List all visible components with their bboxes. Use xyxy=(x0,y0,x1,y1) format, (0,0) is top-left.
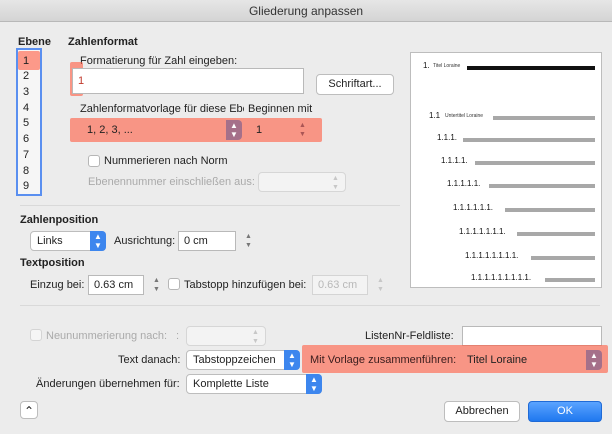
text-position-header: Textposition xyxy=(20,257,85,269)
aligned-at-label: Ausrichtung: xyxy=(114,235,176,247)
preview-row-9: 1.1.1.1.1.1.1.1.1. xyxy=(411,273,603,287)
level-item-8[interactable]: 8 xyxy=(23,165,43,177)
start-at-label: Beginnen mit xyxy=(248,103,313,115)
follow-number-value: Tabstoppzeichen xyxy=(193,354,276,366)
legal-numbering-checkbox[interactable] xyxy=(88,155,100,167)
number-style-label: Zahlenformatvorlage für diese Ebene: xyxy=(80,103,244,115)
add-tab-checkbox[interactable] xyxy=(168,278,180,290)
preview-row-6: 1.1.1.1.1.1. xyxy=(411,203,603,217)
restart-label: Neunummerierung nach: xyxy=(46,330,168,342)
alignment-popup[interactable]: Links ▲ ▼ xyxy=(30,231,106,251)
restart-checkbox[interactable] xyxy=(30,329,42,341)
listnum-input[interactable] xyxy=(462,326,602,346)
aligned-at-stepper-icon[interactable]: ▲ ▼ xyxy=(243,231,254,251)
start-at-stepper-icon[interactable]: ▲ ▼ xyxy=(297,120,308,140)
number-format-header: Zahlenformat xyxy=(68,36,138,48)
apply-to-value: Komplette Liste xyxy=(193,378,269,390)
apply-to-label: Änderungen übernehmen für: xyxy=(36,378,180,390)
link-style-popup[interactable]: Titel Loraine ▲ ▼ xyxy=(460,350,602,370)
preview-row-3: 1.1.1. xyxy=(411,133,603,147)
preview-row-5: 1.1.1.1.1. xyxy=(411,179,603,193)
divider xyxy=(20,305,600,306)
add-tab-input[interactable]: 0.63 cm xyxy=(312,275,368,295)
chevron-updown-icon: ▲ ▼ xyxy=(226,120,242,140)
preview-row-7: 1.1.1.1.1.1.1. xyxy=(411,227,603,241)
follow-number-popup[interactable]: Tabstoppzeichen ▲ ▼ xyxy=(186,350,300,370)
preview-row-1: 1. Titel Loraine xyxy=(411,61,603,75)
include-level-popup[interactable]: ▲ ▼ xyxy=(258,172,346,192)
collapse-button[interactable]: ⌃ xyxy=(20,401,38,419)
enter-format-input[interactable]: 1 xyxy=(72,68,304,94)
level-item-1[interactable]: 1 xyxy=(23,55,43,67)
level-item-5[interactable]: 5 xyxy=(23,117,43,129)
start-at-input[interactable]: 1 xyxy=(250,120,288,140)
level-item-9[interactable]: 9 xyxy=(23,180,43,192)
level-item-2[interactable]: 2 xyxy=(23,70,43,82)
chevron-updown-icon: ▲ ▼ xyxy=(332,175,339,191)
link-style-value: Titel Loraine xyxy=(467,354,528,366)
include-level-label: Ebenennummer einschließen aus: xyxy=(88,176,255,188)
listnum-label: ListenNr-Feldliste: xyxy=(365,330,454,342)
preview-row-2: 1.1 Untertitel Loraine xyxy=(411,111,603,125)
indent-input[interactable]: 0.63 cm xyxy=(88,275,144,295)
chevron-updown-icon: ▲ ▼ xyxy=(306,374,322,394)
link-style-label: Mit Vorlage zusammenführen: xyxy=(310,354,457,366)
indent-label: Einzug bei: xyxy=(30,279,85,291)
add-tab-stepper-icon[interactable]: ▲ ▼ xyxy=(375,275,386,295)
number-position-header: Zahlenposition xyxy=(20,214,99,226)
chevron-updown-icon: ▲ ▼ xyxy=(90,231,106,251)
levels-header: Ebene xyxy=(18,36,52,48)
chevron-updown-icon: ▲ ▼ xyxy=(586,350,602,370)
level-item-6[interactable]: 6 xyxy=(23,133,43,145)
cancel-button[interactable]: Abbrechen xyxy=(444,401,520,422)
level-item-4[interactable]: 4 xyxy=(23,102,43,114)
ok-button[interactable]: OK xyxy=(528,401,602,422)
preview-row-4: 1.1.1.1. xyxy=(411,156,603,170)
apply-to-popup[interactable]: Komplette Liste ▲ ▼ xyxy=(186,374,322,394)
font-button[interactable]: Schriftart... xyxy=(316,74,394,95)
number-style-value: 1, 2, 3, ... xyxy=(87,124,133,136)
indent-stepper-icon[interactable]: ▲ ▼ xyxy=(151,275,162,295)
level-item-7[interactable]: 7 xyxy=(23,149,43,161)
enter-format-label: Formatierung für Zahl eingeben: xyxy=(80,55,238,67)
number-style-popup[interactable]: 1, 2, 3, ... ▲ ▼ xyxy=(80,120,242,140)
level-list[interactable]: 1 2 3 4 5 6 7 8 9 xyxy=(16,48,42,196)
outline-preview: 1. Titel Loraine 1.1 Untertitel Loraine … xyxy=(410,52,602,288)
window-title: Gliederung anpassen xyxy=(0,0,612,22)
follow-number-label: Text danach: xyxy=(118,354,181,366)
chevron-updown-icon: ▲ ▼ xyxy=(284,350,300,370)
divider xyxy=(20,205,400,206)
chevron-updown-icon: ▲ ▼ xyxy=(252,329,259,345)
add-tab-label: Tabstopp hinzufügen bei: xyxy=(184,279,307,291)
restart-popup[interactable]: ▲ ▼ xyxy=(186,326,266,346)
aligned-at-input[interactable]: 0 cm xyxy=(178,231,236,251)
preview-row-8: 1.1.1.1.1.1.1.1. xyxy=(411,251,603,265)
legal-numbering-label: Nummerieren nach Norm xyxy=(104,155,228,167)
level-item-3[interactable]: 3 xyxy=(23,86,43,98)
alignment-value: Links xyxy=(37,235,63,247)
restart-colon: : xyxy=(176,330,180,342)
